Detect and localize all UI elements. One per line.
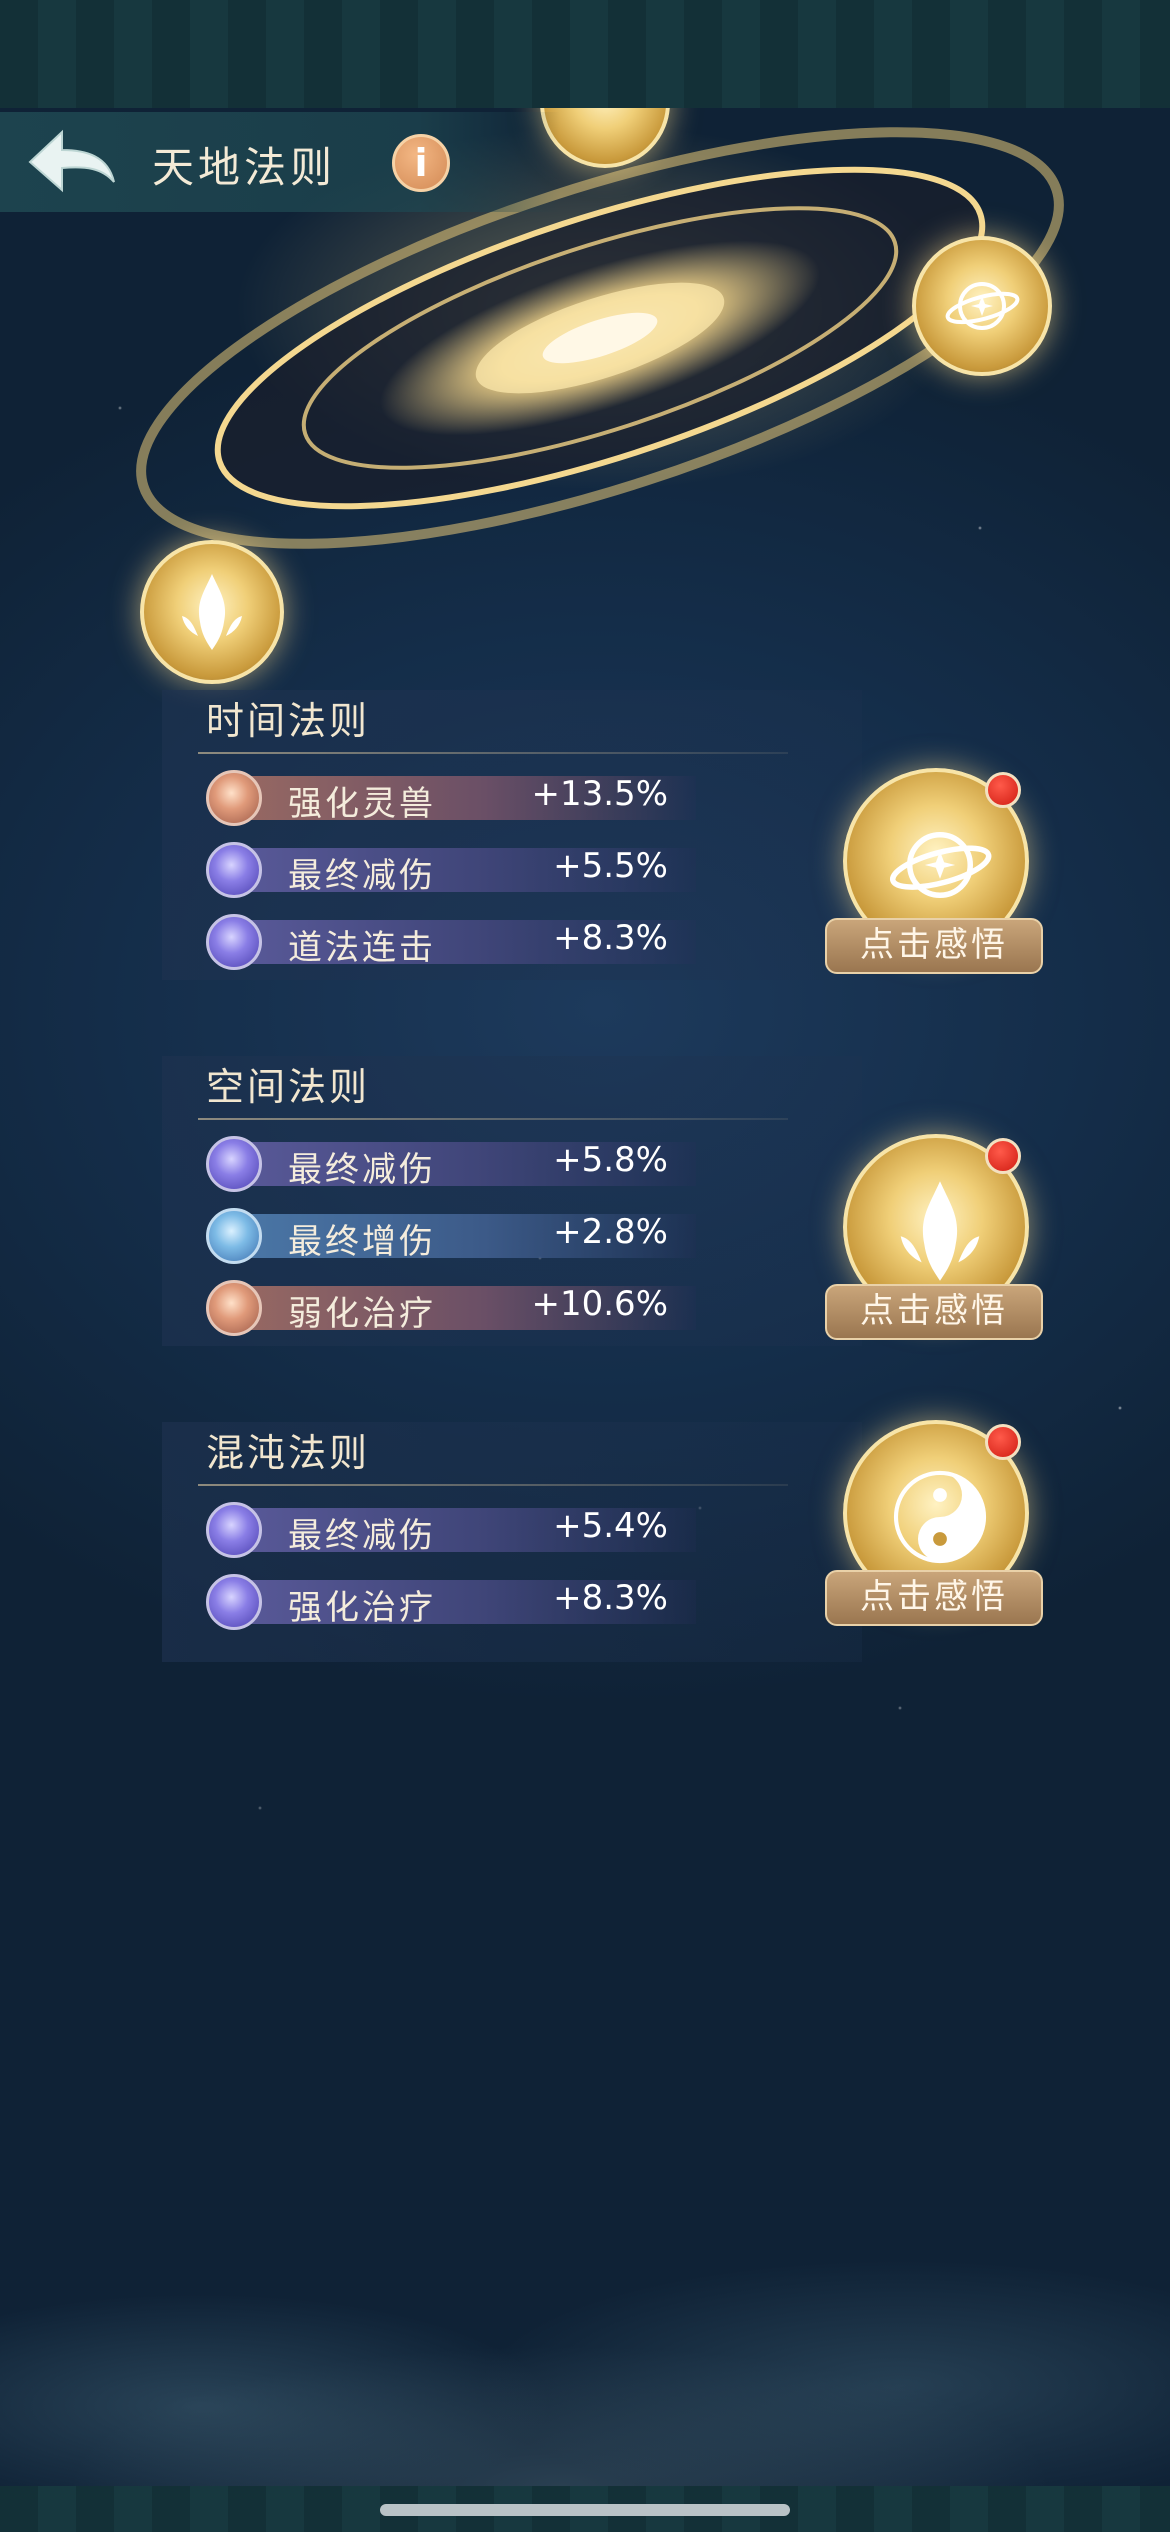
stat-row: 最终增伤 +2.8%	[206, 1208, 696, 1264]
stat-orb-icon	[206, 1280, 262, 1336]
comprehend-button-time[interactable]: 点击感悟	[825, 768, 1045, 988]
stat-name: 道法连击	[288, 928, 436, 968]
stat-row: 弱化治疗 +10.6%	[206, 1280, 696, 1336]
law-title: 混沌法则	[206, 1431, 371, 1475]
stat-row: 最终减伤 +5.8%	[206, 1136, 696, 1192]
crystal-flame-icon	[182, 574, 242, 650]
stat-value: +2.8%	[553, 1212, 668, 1252]
divider	[198, 1118, 788, 1120]
stat-row: 最终减伤 +5.5%	[206, 842, 696, 898]
stat-value: +5.8%	[553, 1140, 668, 1180]
notification-dot	[985, 1138, 1021, 1174]
info-button[interactable]: i	[392, 134, 450, 192]
comprehend-label: 点击感悟	[825, 1284, 1043, 1340]
orbit-medal-space	[140, 540, 284, 684]
page-title: 天地法则	[152, 143, 337, 192]
stat-name: 最终减伤	[288, 856, 436, 896]
stat-name: 强化治疗	[288, 1588, 436, 1628]
divider	[198, 752, 788, 754]
header-bar: 天地法则 i	[0, 112, 560, 212]
stat-name: 最终增伤	[288, 1222, 436, 1262]
stat-orb-icon	[206, 914, 262, 970]
stat-value: +5.5%	[553, 846, 668, 886]
cloud-decoration	[0, 1786, 1170, 2486]
stat-row: 强化治疗 +8.3%	[206, 1574, 696, 1630]
stat-orb-icon	[206, 1208, 262, 1264]
stat-row: 强化灵兽 +13.5%	[206, 770, 696, 826]
comprehend-button-chaos[interactable]: 点击感悟	[825, 1420, 1045, 1640]
law-title: 时间法则	[206, 699, 371, 743]
home-indicator[interactable]	[380, 2504, 790, 2516]
planet-ring-icon	[945, 282, 1020, 330]
stat-name: 强化灵兽	[288, 784, 436, 824]
comprehend-label: 点击感悟	[825, 1570, 1043, 1626]
notification-dot	[985, 1424, 1021, 1460]
law-section-space: 空间法则 最终减伤 +5.8% 最终增伤 +2.8% 弱化治疗 +10.6%	[162, 1056, 862, 1346]
stat-value: +5.4%	[553, 1506, 668, 1546]
stat-orb-icon	[206, 1574, 262, 1630]
status-strip	[0, 0, 1170, 110]
back-arrow-icon	[28, 129, 115, 193]
crystal-flame-icon	[900, 1181, 980, 1281]
stat-name: 最终减伤	[288, 1516, 436, 1556]
stat-orb-icon	[206, 842, 262, 898]
stat-value: +13.5%	[531, 774, 669, 814]
orbit-medal-time	[912, 236, 1052, 376]
law-title: 空间法则	[206, 1065, 371, 1109]
yin-yang-icon	[893, 1470, 987, 1564]
notification-dot	[985, 772, 1021, 808]
law-section-time: 时间法则 强化灵兽 +13.5% 最终减伤 +5.5% 道法连击 +8.3%	[162, 690, 862, 980]
stat-name: 弱化治疗	[288, 1294, 436, 1334]
back-button[interactable]	[22, 122, 122, 202]
stat-value: +8.3%	[553, 1578, 668, 1618]
stat-orb-icon	[206, 1502, 262, 1558]
law-section-chaos: 混沌法则 最终减伤 +5.4% 强化治疗 +8.3%	[162, 1422, 862, 1662]
stat-row: 道法连击 +8.3%	[206, 914, 696, 970]
stat-value: +8.3%	[553, 918, 668, 958]
stat-name: 最终减伤	[288, 1150, 436, 1190]
stat-row: 最终减伤 +5.4%	[206, 1502, 696, 1558]
stat-orb-icon	[206, 1136, 262, 1192]
comprehend-button-space[interactable]: 点击感悟	[825, 1134, 1045, 1354]
stat-value: +10.6%	[531, 1284, 669, 1324]
comprehend-label: 点击感悟	[825, 918, 1043, 974]
divider	[198, 1484, 788, 1486]
planet-ring-icon	[889, 832, 992, 898]
stat-orb-icon	[206, 770, 262, 826]
